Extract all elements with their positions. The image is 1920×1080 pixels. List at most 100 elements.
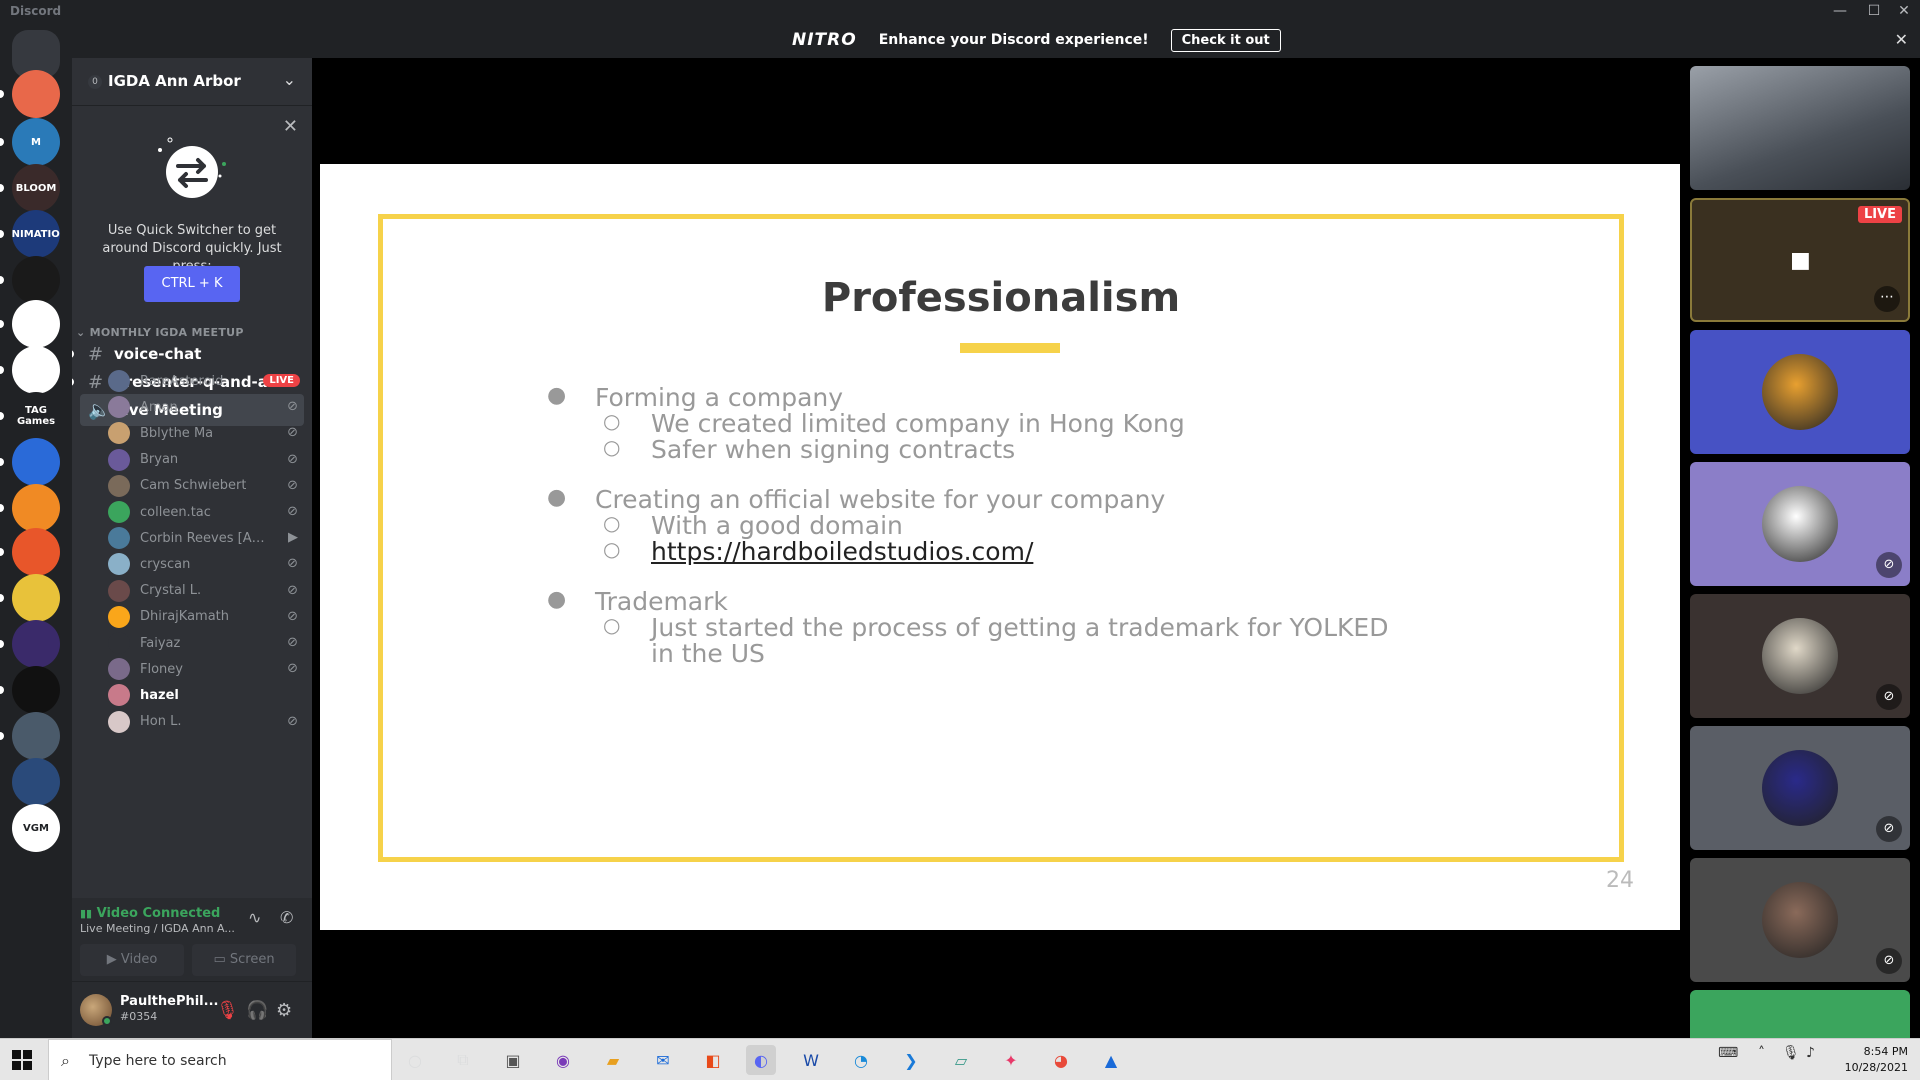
video-tile-avatar[interactable]: ⊘ bbox=[1690, 462, 1910, 586]
store-icon[interactable]: ▣ bbox=[498, 1045, 528, 1075]
chrome-icon[interactable]: ◕ bbox=[1046, 1045, 1076, 1075]
close-button[interactable]: ✕ bbox=[1890, 1, 1918, 21]
taskbar-search[interactable]: ⌕ Type here to search bbox=[48, 1039, 392, 1080]
voice-member[interactable]: DhirajKamath ⊘ bbox=[108, 604, 304, 630]
noise-suppression-icon[interactable]: ∿ bbox=[248, 908, 261, 927]
voice-member[interactable]: Aman ⊘ bbox=[108, 394, 304, 420]
screen-share-button[interactable]: ▭ Screen bbox=[192, 944, 296, 976]
nitro-logo: NITRO bbox=[792, 30, 857, 50]
minimize-button[interactable]: — bbox=[1826, 1, 1854, 21]
maximize-button[interactable]: ☐ bbox=[1860, 1, 1888, 21]
cortana-icon[interactable]: ○ bbox=[400, 1045, 430, 1075]
server-icon[interactable] bbox=[12, 438, 60, 486]
mic-muted-icon: ⊘ bbox=[287, 477, 298, 493]
server-icon[interactable] bbox=[12, 666, 60, 714]
slide-bullet: ○ Safer when signing contracts bbox=[603, 435, 1015, 464]
avatar bbox=[108, 658, 130, 681]
server-icon[interactable]: TAG Games bbox=[12, 392, 60, 440]
quick-switcher-shortcut-button[interactable]: CTRL + K bbox=[144, 266, 240, 302]
voice-member[interactable]: Cam Schwiebert ⊘ bbox=[108, 473, 304, 499]
microphone-icon[interactable]: 🎙 bbox=[1782, 1045, 1800, 1061]
file-explorer-icon[interactable]: ▰ bbox=[598, 1045, 628, 1075]
voice-member[interactable]: Hon L. ⊘ bbox=[108, 709, 304, 735]
bullet-circle-icon: ○ bbox=[603, 435, 621, 459]
nitro-close-icon[interactable]: ✕ bbox=[1895, 30, 1908, 49]
more-options-icon[interactable]: ⋯ bbox=[1874, 286, 1900, 312]
avatar bbox=[108, 474, 130, 497]
voice-member[interactable]: Crystal L. ⊘ bbox=[108, 578, 304, 604]
system-clock[interactable]: 8:54 PM 10/28/2021 bbox=[1840, 1044, 1908, 1076]
server-icon[interactable] bbox=[12, 300, 60, 348]
voice-member[interactable]: Faiyaz ⊘ bbox=[108, 630, 304, 656]
voice-status: ▮▮ Video Connected bbox=[80, 906, 221, 921]
app-icon[interactable]: ◉ bbox=[548, 1045, 578, 1075]
server-icon[interactable] bbox=[12, 346, 60, 394]
discord-taskbar-icon[interactable]: ◐ bbox=[746, 1045, 776, 1075]
slack-icon[interactable]: ✦ bbox=[996, 1045, 1026, 1075]
nitro-check-it-out-button[interactable]: Check it out bbox=[1170, 28, 1281, 52]
video-tile-camera[interactable] bbox=[1690, 66, 1910, 190]
server-icon[interactable] bbox=[12, 70, 60, 118]
video-button[interactable]: ▶ Video bbox=[80, 944, 184, 976]
voice-member[interactable]: hazel bbox=[108, 682, 304, 708]
search-input[interactable]: Type here to search bbox=[89, 1053, 227, 1069]
live-badge: LIVE bbox=[1857, 206, 1902, 223]
voice-member[interactable]: Bblythe Ma ⊘ bbox=[108, 420, 304, 446]
voice-member[interactable]: Corbin Reeves [Azu... ▶ bbox=[108, 525, 304, 551]
windows-start-icon[interactable] bbox=[12, 1050, 32, 1070]
participant-tiles: LIVE ■ ⋯ ⊘ ⊘ ⊘ ⊘ bbox=[1680, 58, 1920, 1038]
slide-link[interactable]: ○ https://hardboiledstudios.com/ bbox=[603, 537, 1033, 566]
video-tile-avatar[interactable] bbox=[1690, 330, 1910, 454]
server-icon[interactable]: M bbox=[12, 118, 60, 166]
vscode-icon[interactable]: ❯ bbox=[896, 1045, 926, 1075]
voice-member[interactable]: Bryan ⊘ bbox=[108, 447, 304, 473]
server-icon[interactable] bbox=[12, 620, 60, 668]
mail-icon[interactable]: ✉ bbox=[648, 1045, 678, 1075]
avatar bbox=[108, 501, 130, 523]
mute-mic-icon[interactable]: 🎙 bbox=[216, 1000, 239, 1021]
chevron-up-icon[interactable]: ˄ bbox=[1758, 1045, 1765, 1061]
gear-icon[interactable]: ⚙ bbox=[276, 1000, 292, 1021]
voice-member[interactable]: RareAsteroid LIVE bbox=[108, 368, 304, 394]
server-icon[interactable] bbox=[12, 574, 60, 622]
server-icon[interactable] bbox=[12, 484, 60, 532]
member-name: RareAsteroid bbox=[140, 373, 224, 389]
video-tile-stream[interactable]: LIVE ■ ⋯ bbox=[1690, 198, 1910, 322]
task-view-icon[interactable]: ⧉ bbox=[448, 1045, 478, 1075]
video-tile-avatar[interactable] bbox=[1690, 990, 1910, 1038]
video-tile-avatar[interactable]: ⊘ bbox=[1690, 594, 1910, 718]
server-unread-pip bbox=[0, 640, 4, 648]
video-tile-avatar[interactable]: ⊘ bbox=[1690, 858, 1910, 982]
video-tile-avatar[interactable]: ⊘ bbox=[1690, 726, 1910, 850]
close-icon[interactable]: ✕ bbox=[283, 116, 298, 137]
server-icon[interactable]: VGM bbox=[12, 804, 60, 852]
photos-icon[interactable]: ▲ bbox=[1096, 1045, 1126, 1075]
server-icon[interactable] bbox=[12, 712, 60, 760]
guild-header[interactable]: 0 IGDA Ann Arbor ⌄ bbox=[72, 58, 312, 106]
stream-stage[interactable]: Professionalism ● Forming a company ○ We cr… bbox=[312, 58, 1682, 1038]
hashtag-icon: # bbox=[88, 343, 104, 365]
voice-member[interactable]: Floney ⊘ bbox=[108, 656, 304, 682]
server-unread-pip bbox=[0, 184, 4, 192]
edge-icon[interactable]: ◔ bbox=[846, 1045, 876, 1075]
channel-label: voice-chat bbox=[114, 345, 202, 363]
office-icon[interactable]: ◧ bbox=[698, 1045, 728, 1075]
server-icon[interactable] bbox=[12, 256, 60, 304]
participant-avatar bbox=[1762, 750, 1838, 826]
server-unread-pip bbox=[0, 548, 4, 556]
voice-location[interactable]: Live Meeting / IGDA Ann A... bbox=[80, 922, 235, 935]
disconnect-icon[interactable]: ✆ bbox=[280, 908, 293, 927]
headphones-icon[interactable]: 🎧 bbox=[246, 1000, 268, 1021]
server-icon[interactable]: BLOOM bbox=[12, 164, 60, 212]
server-icon[interactable] bbox=[12, 758, 60, 806]
keyboard-icon[interactable]: ⌨ bbox=[1718, 1045, 1738, 1061]
voice-member[interactable]: cryscan ⊘ bbox=[108, 551, 304, 577]
volume-icon[interactable]: ♪ bbox=[1806, 1045, 1815, 1061]
app-icon[interactable]: ▱ bbox=[946, 1045, 976, 1075]
server-icon[interactable]: ANIMATION bbox=[12, 210, 60, 258]
word-icon[interactable]: W bbox=[796, 1045, 826, 1075]
voice-member[interactable]: colleen.tac ⊘ bbox=[108, 499, 304, 525]
server-rail: MBLOOMANIMATION TAG Games VGM bbox=[0, 22, 72, 1038]
server-icon[interactable] bbox=[12, 528, 60, 576]
quick-switcher-tip: ✕ Use Quick Switcher to get around Disco… bbox=[72, 106, 312, 318]
